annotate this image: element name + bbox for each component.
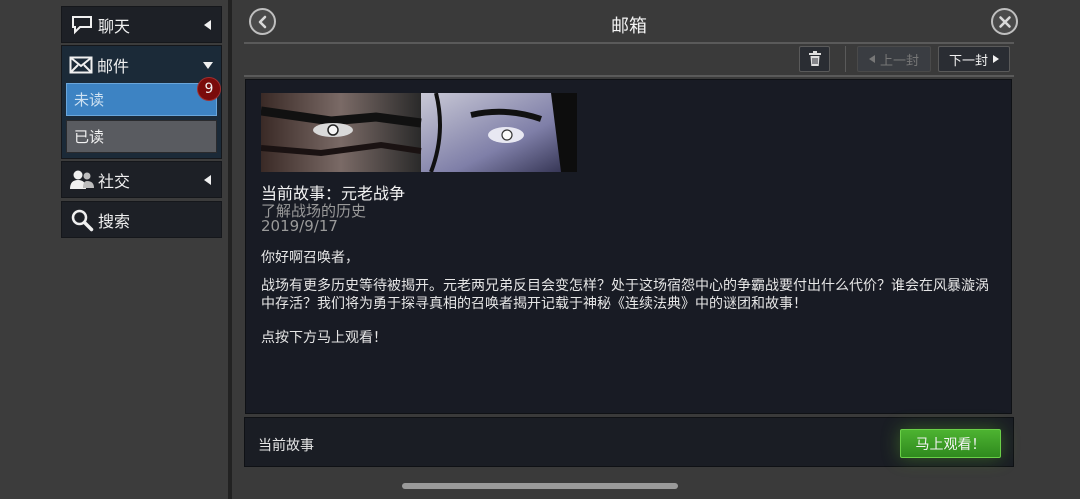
message-cta-text: 点按下方马上观看！ bbox=[261, 330, 387, 346]
sidebar-item-label: 邮件 bbox=[97, 57, 130, 76]
collapse-arrow-icon bbox=[204, 174, 211, 185]
story-banner-image bbox=[261, 93, 577, 172]
home-indicator[interactable] bbox=[402, 483, 678, 489]
collapse-arrow-icon bbox=[204, 19, 211, 30]
chat-icon bbox=[68, 13, 96, 37]
sidebar-item-label: 聊天 bbox=[98, 16, 131, 36]
search-icon bbox=[68, 208, 96, 232]
delete-button[interactable] bbox=[799, 46, 830, 72]
watch-now-button[interactable]: 马上观看！ bbox=[900, 429, 1001, 458]
back-button[interactable] bbox=[249, 8, 276, 35]
back-arrow-icon bbox=[258, 15, 266, 28]
sidebar-divider bbox=[228, 0, 232, 499]
message-greeting: 你好啊召唤者， bbox=[261, 250, 359, 266]
next-mail-label: 下一封 bbox=[948, 53, 988, 69]
mail-tab-unread[interactable]: 未读 bbox=[66, 83, 217, 116]
page-title: 邮箱 bbox=[611, 16, 647, 37]
unread-count-badge: 9 bbox=[197, 77, 221, 101]
mail-footer: 当前故事 马上观看！ bbox=[244, 417, 1014, 467]
next-mail-button[interactable]: 下一封 bbox=[938, 46, 1010, 72]
sidebar-item-search[interactable]: 搜索 bbox=[61, 201, 222, 238]
friends-icon bbox=[68, 168, 96, 192]
mail-group: 邮件 未读 已读 bbox=[61, 45, 222, 159]
prev-mail-label: 上一封 bbox=[879, 53, 919, 69]
message-date: 2019/9/17 bbox=[261, 217, 338, 235]
trash-icon bbox=[808, 51, 821, 66]
mail-tab-read[interactable]: 已读 bbox=[66, 120, 217, 153]
toolbar-separator bbox=[845, 46, 846, 72]
toolbar-divider bbox=[244, 75, 1014, 77]
close-icon bbox=[998, 15, 1011, 28]
prev-arrow-icon bbox=[868, 55, 875, 63]
footer-label: 当前故事 bbox=[258, 438, 314, 454]
header-divider bbox=[244, 42, 1014, 44]
sidebar-item-label: 搜索 bbox=[98, 211, 131, 231]
sidebar-item-mail[interactable]: 邮件 bbox=[62, 46, 221, 84]
mail-icon bbox=[67, 56, 95, 74]
next-arrow-icon bbox=[993, 55, 999, 63]
sidebar-item-label: 社交 bbox=[98, 171, 131, 191]
message-body: 战场有更多历史等待被揭开。元老两兄弟反目会变怎样？处于这场宿怨中心的争霸战要付出… bbox=[261, 278, 989, 312]
sidebar-item-chat[interactable]: 聊天 bbox=[61, 6, 222, 43]
close-button[interactable] bbox=[991, 8, 1018, 35]
sidebar-item-social[interactable]: 社交 bbox=[61, 161, 222, 198]
prev-mail-button[interactable]: 上一封 bbox=[857, 46, 931, 72]
mail-content: 当前故事：元老战争 了解战场的历史 2019/9/17 你好啊召唤者， 战场有更… bbox=[245, 79, 1012, 414]
expand-arrow-icon bbox=[203, 61, 213, 69]
